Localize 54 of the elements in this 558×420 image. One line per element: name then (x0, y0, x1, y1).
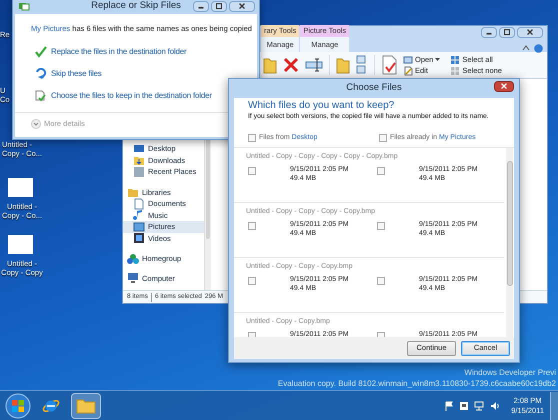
network-icon[interactable] (474, 400, 486, 410)
picture-icon (133, 220, 145, 233)
help-icon[interactable] (534, 44, 543, 53)
caret-icon (435, 58, 440, 62)
watermark-text: Evaluation copy. Build 8102.winmain_win8m3.110830-1739.c6caabe60c19db2 (278, 378, 556, 389)
option-link[interactable]: Replace the files in the destination folder (35, 45, 257, 60)
dialog-heading: Which files do you want to keep? (247, 99, 396, 112)
homegroup-icon (127, 252, 139, 265)
window-title: Choose Files (346, 81, 402, 96)
taskbar-button[interactable] (71, 392, 101, 418)
speaker-icon[interactable] (490, 400, 500, 410)
pencil-icon (403, 66, 413, 76)
show-desktop-button[interactable] (550, 392, 558, 420)
close-button[interactable] (229, 1, 255, 12)
checkbox[interactable] (248, 222, 256, 230)
device-icon[interactable] (459, 400, 470, 410)
minimize-button[interactable] (193, 1, 209, 12)
watermark-text: Windows Developer Previ (464, 367, 556, 378)
arrow-icon (35, 68, 47, 80)
maximize-button[interactable] (211, 1, 227, 12)
document-check-icon[interactable] (381, 55, 397, 75)
scroll-thumb[interactable] (507, 160, 513, 286)
documents-check-icon (35, 90, 47, 102)
copy-icon (18, 2, 30, 11)
checkbox[interactable] (379, 134, 387, 142)
checkbox[interactable] (377, 277, 385, 285)
flag-icon[interactable] (444, 400, 454, 410)
window-icon (403, 54, 413, 64)
checkbox[interactable] (377, 222, 385, 230)
option-link[interactable]: Skip these files (35, 67, 257, 82)
check-icon (35, 46, 47, 58)
chevron-down-icon (31, 118, 41, 129)
grid-icon (450, 66, 460, 76)
monitor-icon (133, 142, 145, 155)
delete-icon[interactable] (283, 57, 299, 73)
copy-icon[interactable] (356, 55, 368, 75)
computer-icon (127, 272, 139, 284)
grid-icon (450, 54, 460, 64)
maximize-button[interactable] (499, 27, 515, 38)
close-button[interactable] (517, 27, 543, 38)
checkbox[interactable] (248, 134, 256, 142)
film-icon (133, 232, 145, 244)
close-button[interactable] (494, 81, 514, 92)
checkbox[interactable] (248, 167, 256, 175)
minimize-ribbon-icon[interactable] (522, 44, 530, 52)
scrollbar[interactable] (506, 148, 513, 337)
music-note-icon (133, 209, 145, 222)
minimize-button[interactable] (481, 27, 497, 38)
start-button[interactable] (5, 392, 31, 418)
checkbox[interactable] (248, 277, 256, 285)
checkbox[interactable] (377, 167, 385, 175)
window-title: Replace or Skip Files (91, 0, 181, 14)
rename-icon[interactable] (305, 57, 323, 73)
document-icon (133, 198, 145, 210)
